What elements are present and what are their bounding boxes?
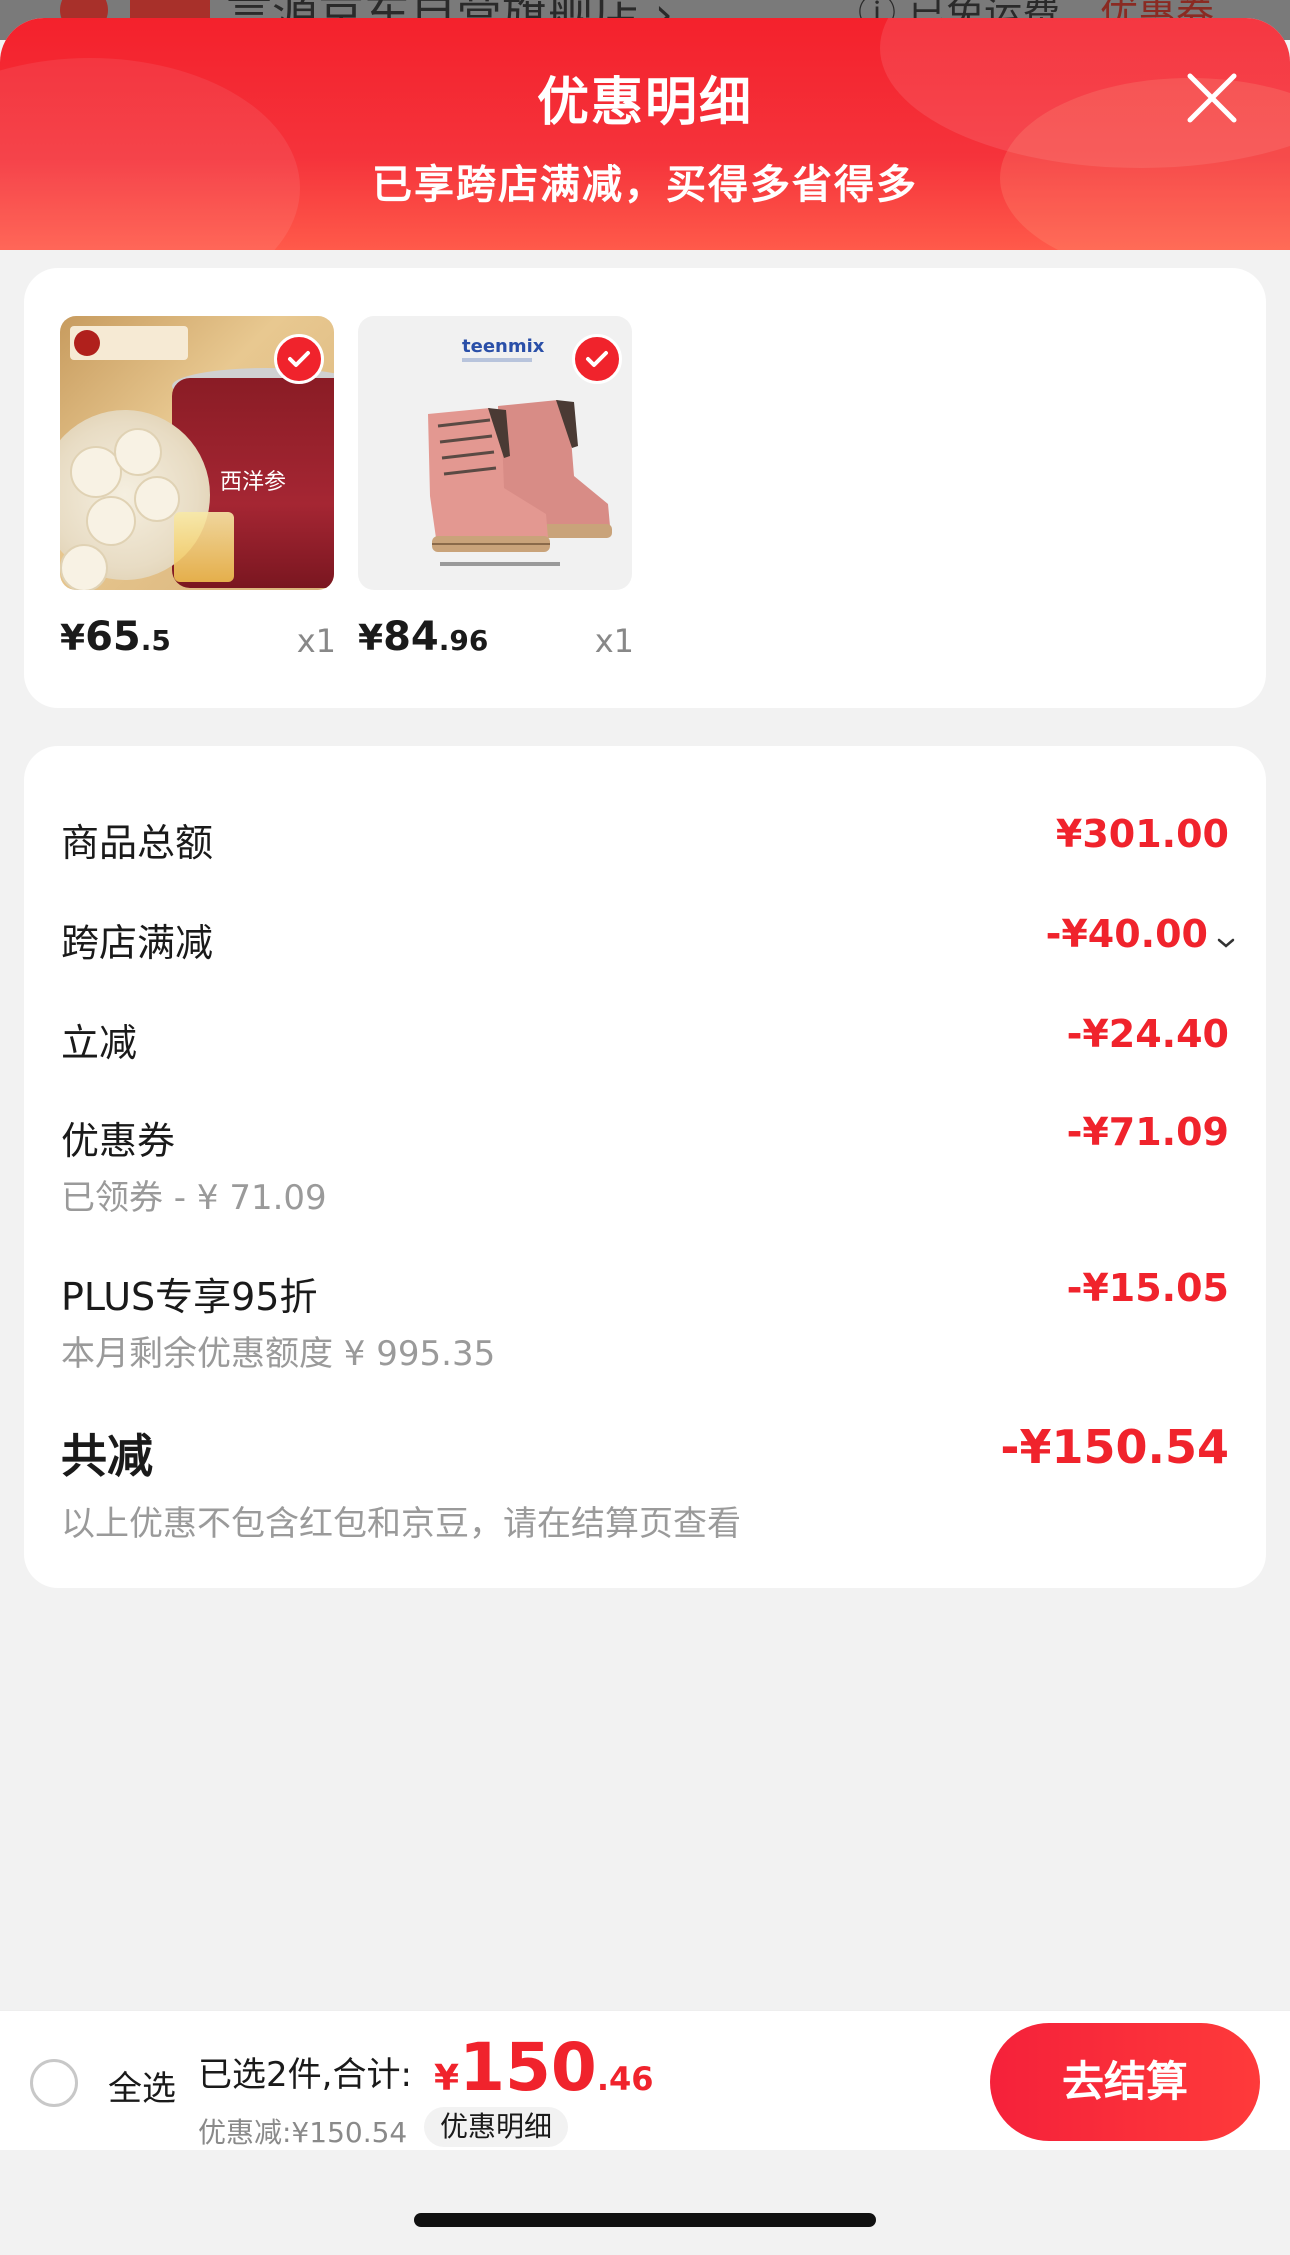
coupon-label: 优惠券 [61,1119,176,1163]
sheet-title: 优惠明细 [536,73,753,133]
chevron-down-icon[interactable] [1216,915,1236,959]
boots-illustration [428,400,612,552]
product-price: ¥84.96 [358,614,489,660]
promo-details-page: 言源京东自营旗舰店 › ⓘ 已免运费 优惠券 优惠明细 已享跨店满减，买得多省得… [0,0,1290,2255]
promo-details-button[interactable]: 优惠明细 [424,2107,569,2147]
home-indicator[interactable] [414,2213,876,2227]
coupon-sub-text: 已领券 - ¥ 71.09 [61,1178,327,1218]
product-quantity: x1 [296,622,336,660]
checkout-bar: 全选 已选2件,合计: ¥150.46 优惠减:¥150.54 优惠明细 去结算 [0,2010,1290,2150]
price-breakdown-card: 商品总额 ¥301.00 跨店满减 -¥40.00 立减 -¥24.40 优惠券… [24,746,1266,1588]
discount-note: 以上优惠不包含红包和京豆，请在结算页查看 [61,1504,741,1544]
product-label-text: 西洋参 [220,470,287,495]
plus-quota-sub-text: 本月剩余优惠额度 ¥ 995.35 [61,1334,496,1374]
select-all-label[interactable]: 全选 [108,2061,176,2110]
product-item[interactable]: 西洋参 ¥65.5 x1 [60,316,340,660]
goods-total-label: 商品总额 [61,821,214,865]
checkmark-icon[interactable] [274,334,324,384]
product-image-shoes[interactable]: teenmix [358,316,632,590]
goods-total-value: ¥301.00 [1055,812,1229,856]
product-image-ginseng[interactable]: 西洋参 [60,316,334,590]
cross-store-discount-label: 跨店满减 [61,921,214,965]
total-price: ¥150.46 [434,2029,654,2106]
selected-products-card: 西洋参 ¥65.5 x1 teenmix ¥84.96 x1 [24,268,1266,708]
product-price: ¥65.5 [60,614,171,660]
instant-discount-label: 立减 [61,1021,138,1065]
close-icon[interactable] [1180,66,1244,130]
product-quantity: x1 [594,622,634,660]
checkmark-icon[interactable] [572,334,622,384]
plus-discount-value: -¥15.05 [1066,1266,1229,1310]
total-discount-value: -¥150.54 [1000,1420,1229,1474]
coupon-value: -¥71.09 [1066,1110,1229,1154]
discount-summary: 优惠减:¥150.54 [198,2116,408,2149]
product-item[interactable]: teenmix ¥84.96 x1 [358,316,638,660]
selected-summary: 已选2件,合计: [198,2055,412,2095]
total-discount-label: 共减 [61,1429,153,1483]
select-all-radio[interactable] [30,2059,78,2107]
plus-discount-label: PLUS专享95折 [61,1275,318,1319]
sheet-header: 优惠明细 已享跨店满减，买得多省得多 [0,18,1290,250]
brand-logo: teenmix [462,336,545,357]
cross-store-discount-value[interactable]: -¥40.00 [1046,912,1236,959]
sheet-subtitle: 已享跨店满减，买得多省得多 [372,162,918,208]
checkout-button[interactable]: 去结算 [990,2023,1260,2141]
instant-discount-value: -¥24.40 [1066,1012,1229,1056]
brand-seal-icon [74,330,100,356]
